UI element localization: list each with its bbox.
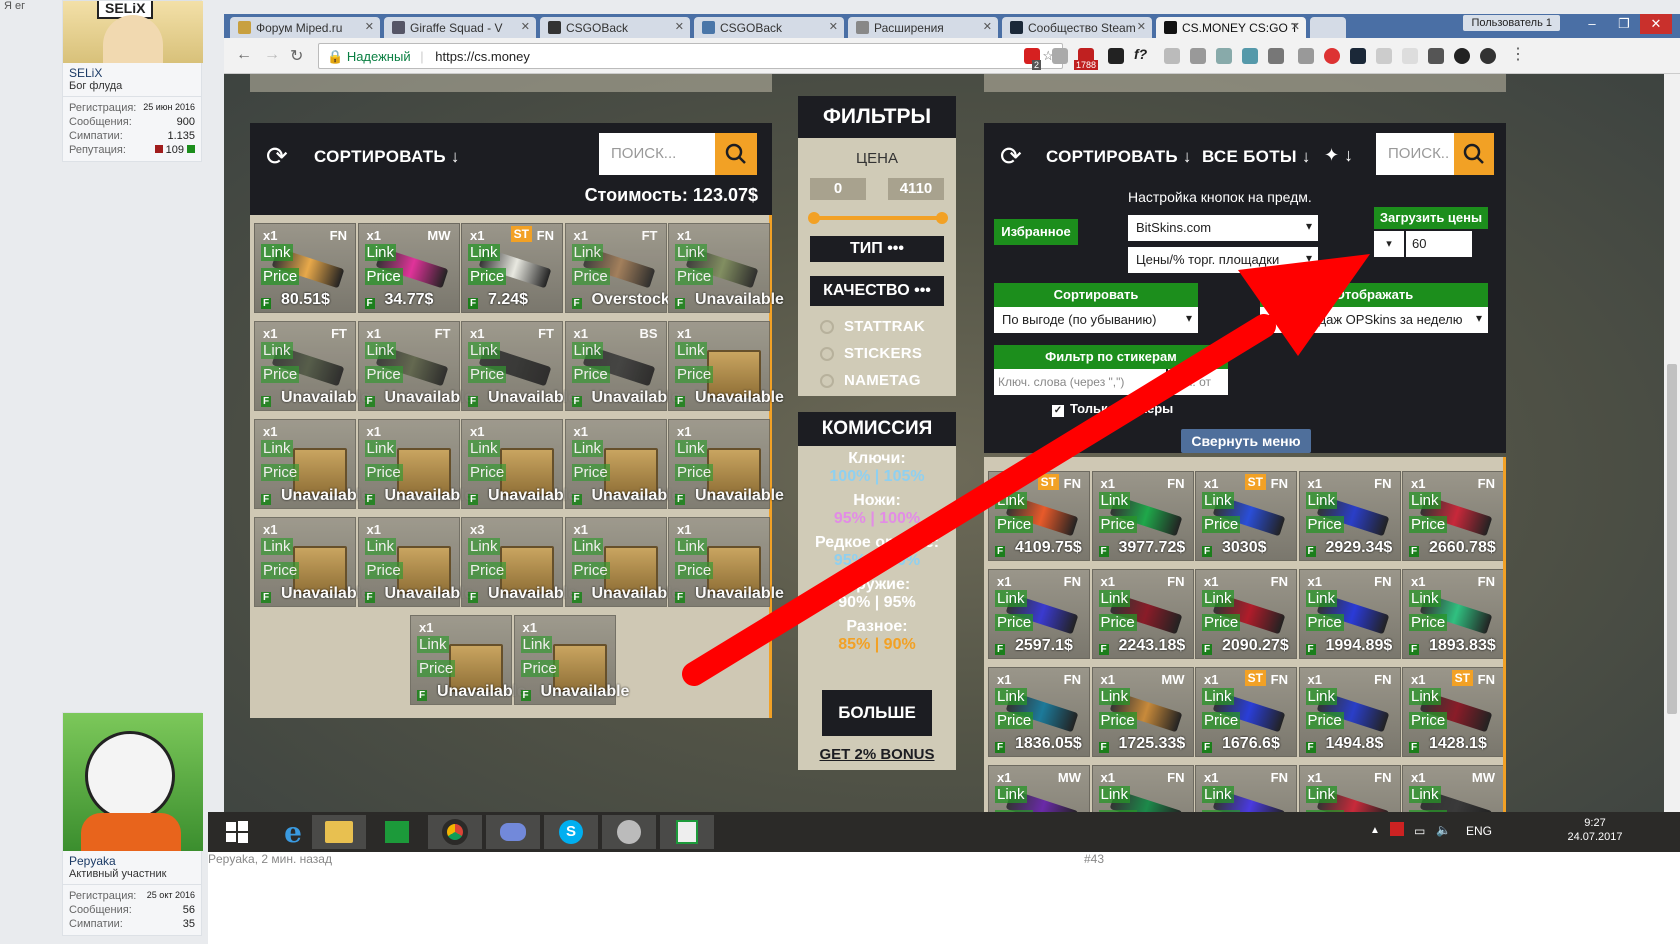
tab-favicon-icon (548, 21, 561, 34)
volume-icon[interactable]: 🔈 (1436, 823, 1451, 837)
stat-row: Симпатии: 1.135 (69, 130, 195, 142)
extension-icon[interactable] (1480, 48, 1496, 64)
stat-row: Репутация: 109 (63, 143, 201, 157)
store-icon[interactable] (370, 815, 424, 849)
browser-tab[interactable]: Форум Miped.ru ✕ (230, 17, 380, 38)
extension-badge: 2 (1032, 60, 1042, 70)
extension-icon[interactable] (1242, 48, 1258, 64)
function-icon[interactable]: f? (1134, 46, 1150, 62)
red-arrow-annotation (682, 254, 1370, 686)
stat-row: Сообщения: 900 (69, 116, 195, 128)
extension-icon[interactable] (1268, 48, 1284, 64)
tab-favicon-icon (702, 21, 715, 34)
close-icon[interactable]: ✕ (983, 20, 992, 33)
close-icon[interactable]: ✕ (365, 20, 374, 33)
reload-icon[interactable]: ↻ (290, 46, 303, 66)
language-indicator[interactable]: ENG (1466, 824, 1492, 838)
username[interactable]: Pepyaka (63, 851, 201, 868)
close-window-icon[interactable]: ✕ (1640, 14, 1672, 34)
browser-tab-active[interactable]: CS.MONEY CS:GO T ✕ (1156, 17, 1306, 38)
close-icon[interactable]: ✕ (829, 20, 838, 33)
stat-row: Регистрация: 25 июн 2016 (69, 102, 195, 114)
back-icon[interactable]: ← (236, 46, 252, 64)
minimize-icon[interactable]: – (1576, 14, 1608, 34)
puzzle-icon (856, 21, 869, 34)
stat-row: Сообщения: 56 (69, 904, 195, 916)
browser-toolbar: ← → ↻ 🔒 Надежный | https://cs.money ☆ 2 … (224, 38, 1680, 74)
system-tray: ▲ ▭ 🔈 ENG 9:27 24.07.2017 (1370, 812, 1670, 843)
scrollbar-thumb[interactable] (1667, 364, 1677, 714)
skype-icon[interactable]: S (544, 815, 598, 849)
extension-icon[interactable] (1428, 48, 1444, 64)
clock-date: 24.07.2017 (1567, 831, 1623, 843)
browser-user-badge[interactable]: Пользователь 1 (1463, 15, 1560, 31)
post-number[interactable]: #43 (1084, 852, 1104, 866)
windows-taskbar: e S ▲ ▭ 🔈 ENG 9:27 24.07.2017 (208, 812, 1680, 852)
tab-favicon-icon (1164, 21, 1177, 34)
tray-flag-icon[interactable] (1390, 822, 1404, 836)
page-scrollbar[interactable] (1664, 74, 1680, 870)
address-bar[interactable]: 🔒 Надежный | https://cs.money ☆ (318, 43, 1063, 69)
extension-icon[interactable] (1350, 48, 1366, 64)
lock-icon: 🔒 (327, 49, 344, 64)
stat-row: Симпатии: 35 (69, 918, 195, 930)
start-button[interactable] (210, 815, 264, 849)
browser-tab[interactable]: CSGOBack ✕ (694, 17, 844, 38)
secure-label: Надежный (346, 49, 411, 64)
chrome-icon[interactable] (428, 815, 482, 849)
cs-money-page: ⟳ СОРТИРОВАТЬ ↓ ПОИСК... Стоимость: 123.… (224, 74, 1664, 870)
extension-icon[interactable] (1298, 48, 1314, 64)
close-icon[interactable]: ✕ (675, 20, 684, 33)
url-text: https://cs.money (435, 49, 530, 64)
extension-icon[interactable] (1324, 48, 1340, 64)
forum-post-footer: Pepyaka, 2 мин. назад #43 (208, 852, 1680, 944)
extension-icon[interactable] (1376, 48, 1392, 64)
user-profile-card: Pepyaka Активный участник Регистрация: 25… (62, 712, 203, 936)
browser-tab[interactable]: Giraffe Squad - V ✕ (384, 17, 536, 38)
browser-tab[interactable]: CSGOBack ✕ (540, 17, 690, 38)
discord-icon[interactable] (486, 815, 540, 849)
tray-arrow-icon[interactable]: ▲ (1370, 824, 1380, 838)
browser-tab[interactable]: Сообщество Steam ✕ (1002, 17, 1152, 38)
clock-time: 9:27 (1584, 817, 1606, 829)
extension-icon[interactable] (1216, 48, 1232, 64)
user-profile-card: SELiX SELiX Бог флуда Регистрация: 25 июн… (62, 0, 203, 162)
maximize-icon[interactable]: ❐ (1608, 14, 1640, 34)
close-icon[interactable]: ✕ (1291, 20, 1300, 33)
menu-kebab-icon[interactable]: ⋮ (1510, 44, 1526, 63)
windows-logo-icon (226, 821, 248, 843)
new-tab-button[interactable] (1310, 17, 1346, 38)
post-meta[interactable]: Pepyaka, 2 мин. назад (208, 852, 332, 866)
clock[interactable]: 9:27 24.07.2017 (1530, 816, 1660, 844)
extension-icon[interactable] (1402, 48, 1418, 64)
chart-app-icon[interactable] (660, 815, 714, 849)
avatar[interactable]: SELiX (63, 1, 203, 63)
tab-favicon-icon (1010, 21, 1023, 34)
tab-favicon-icon (238, 21, 251, 34)
avatar[interactable] (63, 713, 203, 851)
explorer-icon[interactable] (312, 815, 366, 849)
extension-badge: 1788 (1074, 60, 1099, 70)
tab-favicon-icon (392, 21, 405, 34)
extension-icon[interactable] (1052, 48, 1068, 64)
browser-tab[interactable]: Расширения ✕ (848, 17, 998, 38)
stat-row: Регистрация: 25 окт 2016 (69, 890, 195, 902)
user-title: Бог флуда (69, 80, 123, 92)
user-title: Активный участник (69, 868, 167, 880)
extension-icon[interactable] (1164, 48, 1180, 64)
close-icon[interactable]: ✕ (521, 20, 530, 33)
extension-icon[interactable] (1190, 48, 1206, 64)
media-player-icon[interactable] (602, 815, 656, 849)
username[interactable]: SELiX (63, 63, 201, 80)
forward-icon[interactable]: → (264, 46, 280, 64)
network-icon[interactable]: ▭ (1414, 824, 1425, 838)
extension-icon[interactable] (1108, 48, 1124, 64)
extension-icon[interactable] (1454, 48, 1470, 64)
browser-tab-strip: Форум Miped.ru ✕ Giraffe Squad - V ✕ CSGOB… (224, 14, 1680, 38)
window-controls: – ❐ ✕ (1576, 14, 1672, 34)
close-icon[interactable]: ✕ (1137, 20, 1146, 33)
